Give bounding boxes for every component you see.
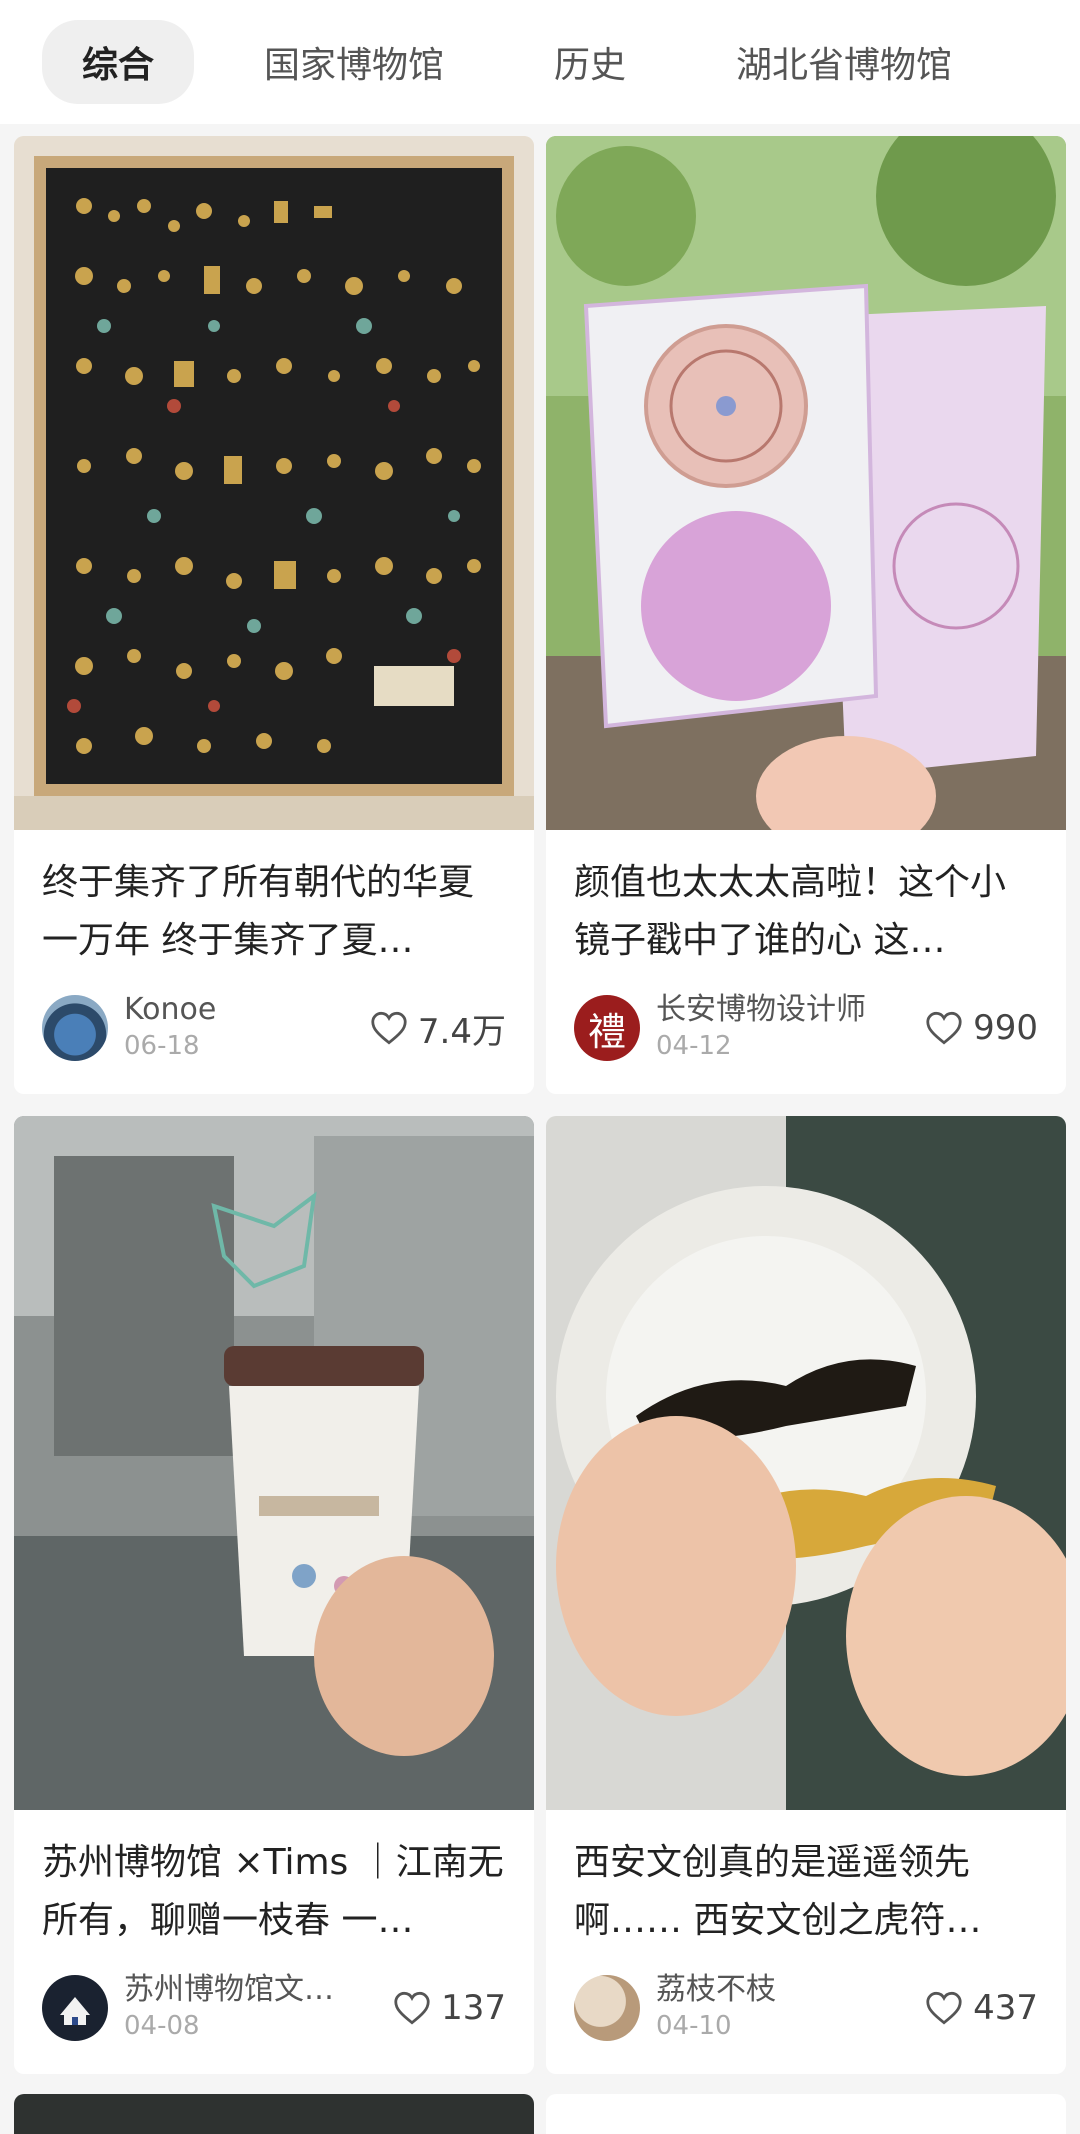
category-tab-bar: 综合 国家博物馆 历史 湖北省博物馆 [0, 0, 1080, 124]
tab-national-museum[interactable]: 国家博物馆 [224, 20, 484, 104]
mirror-box-illustration [546, 136, 1066, 830]
author-avatar[interactable] [42, 995, 108, 1061]
next-post-card-left[interactable] [14, 2094, 534, 2134]
post-card-4[interactable]: 西安文创真的是遥遥领先啊…… 西安文创之虎符… 荔枝不枝 04-10 437 [546, 1116, 1066, 2074]
heart-icon [926, 1011, 962, 1045]
post-title[interactable]: 苏州博物馆 ×Tims ｜江南无所有，聊赠一枝春 一… [14, 1810, 534, 1950]
museum-avatar-icon [60, 1997, 90, 2025]
like-button[interactable]: 990 [925, 1008, 1038, 1048]
post-title[interactable]: 颜值也太太太高啦！这个小镜子戳中了谁的心 这… [546, 830, 1066, 970]
post-date: 04-12 [656, 1031, 732, 1061]
heart-icon [926, 1991, 962, 2025]
tab-hubei-museum[interactable]: 湖北省博物馆 [696, 20, 992, 104]
tiger-tally-illustration [546, 1116, 1066, 1810]
author-name[interactable]: 苏州博物馆文… [124, 1972, 393, 2008]
post-card-1[interactable]: 终于集齐了所有朝代的华夏一万年 终于集齐了夏… Konoe 06-18 7.4万 [14, 136, 534, 1094]
post-title[interactable]: 终于集齐了所有朝代的华夏一万年 终于集齐了夏… [14, 830, 534, 970]
author-name[interactable]: 荔枝不枝 [656, 1972, 925, 2008]
coffee-cup-illustration [14, 1116, 534, 1810]
post-meta: Konoe 06-18 7.4万 [14, 970, 534, 1094]
post-date: 04-10 [656, 2011, 732, 2041]
author-avatar[interactable]: 禮 [574, 995, 640, 1061]
heart-icon [394, 1991, 430, 2025]
post-card-3[interactable]: 苏州博物馆 ×Tims ｜江南无所有，聊赠一枝春 一… 苏州博物馆文… 04-0… [14, 1116, 534, 2074]
tab-history[interactable]: 历史 [514, 20, 666, 104]
heart-icon [371, 1011, 407, 1045]
like-count: 990 [973, 1008, 1038, 1048]
post-meta: 禮 长安博物设计师 04-12 990 [546, 970, 1066, 1094]
author-name[interactable]: Konoe [124, 992, 370, 1028]
like-button[interactable]: 437 [925, 1988, 1038, 2028]
like-button[interactable]: 7.4万 [370, 1004, 506, 1053]
post-meta: 苏州博物馆文… 04-08 137 [14, 1950, 534, 2074]
like-count: 137 [441, 1988, 506, 2028]
post-image-tims-cup[interactable] [14, 1116, 534, 1810]
author-avatar[interactable] [574, 1975, 640, 2041]
li-seal-icon: 禮 [587, 1009, 626, 1054]
post-date: 04-08 [124, 2011, 200, 2041]
post-meta: 荔枝不枝 04-10 437 [546, 1950, 1066, 2074]
post-image-tiger-tally[interactable] [546, 1116, 1066, 1810]
tab-comprehensive[interactable]: 综合 [42, 20, 195, 104]
author-avatar[interactable] [42, 1975, 108, 2041]
dynasty-board-illustration [14, 136, 534, 830]
post-image-dynasty-display[interactable] [14, 136, 534, 830]
next-post-card-right[interactable] [546, 2094, 1066, 2134]
like-button[interactable]: 137 [393, 1988, 506, 2028]
like-count: 437 [973, 1988, 1038, 2028]
post-image-mirror-gift[interactable] [546, 136, 1066, 830]
author-name[interactable]: 长安博物设计师 [656, 992, 925, 1028]
post-card-2[interactable]: 颜值也太太太高啦！这个小镜子戳中了谁的心 这… 禮 长安博物设计师 04-12 … [546, 136, 1066, 1094]
like-count: 7.4万 [417, 1011, 506, 1052]
post-title[interactable]: 西安文创真的是遥遥领先啊…… 西安文创之虎符… [546, 1810, 1066, 1950]
post-date: 06-18 [124, 1031, 200, 1061]
